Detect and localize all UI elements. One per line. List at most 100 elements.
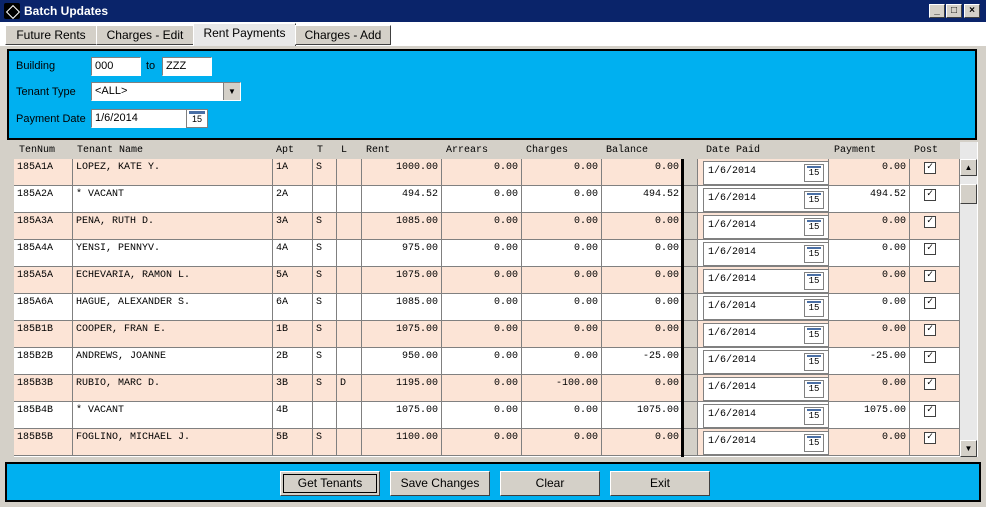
date-paid-input[interactable]: 1/6/2014 15 <box>703 377 829 401</box>
post-checkbox[interactable]: ✓ <box>924 351 936 363</box>
cell-balance: 0.00 <box>602 213 683 239</box>
scroll-down-arrow-icon[interactable]: ▼ <box>960 440 977 457</box>
tab-charges-edit[interactable]: Charges - Edit <box>96 25 194 45</box>
post-checkbox[interactable]: ✓ <box>924 243 936 255</box>
calendar-icon[interactable]: 15 <box>804 407 824 425</box>
calendar-icon[interactable]: 15 <box>804 380 824 398</box>
cell-t: S <box>313 348 337 374</box>
cell-l: D <box>337 375 362 401</box>
cell-tenant-name: RUBIO, MARC D. <box>73 375 273 401</box>
table-row[interactable]: 185B3B RUBIO, MARC D. 3B S D 1195.00 0.00 -100.… <box>14 375 960 402</box>
post-checkbox[interactable]: ✓ <box>924 378 936 390</box>
table-row[interactable]: 185A1A LOPEZ, KATE Y. 1A S 1000.00 0.00 0.00 0.… <box>14 159 960 186</box>
table-row[interactable]: 185A4A YENSI, PENNYV. 4A S 975.00 0.00 0.00 0.0… <box>14 240 960 267</box>
cell-arrears: 0.00 <box>442 348 522 374</box>
cell-payment: 0.00 <box>829 240 910 266</box>
tab-strip: Future Rents Charges - Edit Rent Payment… <box>0 22 986 46</box>
table-row[interactable]: 185B5B FOGLINO, MICHAEL J. 5B S 1100.00 0.00 0… <box>14 429 960 456</box>
to-label: to <box>146 60 156 72</box>
cell-balance: 0.00 <box>602 321 683 347</box>
building-from-input[interactable]: 000 <box>91 57 141 76</box>
date-paid-input[interactable]: 1/6/2014 15 <box>703 215 829 239</box>
table-row[interactable]: 185A2A * VACANT 2A 494.52 0.00 0.00 494.52 494.… <box>14 186 960 213</box>
building-to-input[interactable]: ZZZ <box>162 57 212 76</box>
table-row[interactable]: 185B2B ANDREWS, JOANNE 2B S 950.00 0.00 0.00 -2… <box>14 348 960 375</box>
date-paid-input[interactable]: 1/6/2014 15 <box>703 323 829 347</box>
post-checkbox[interactable]: ✓ <box>924 405 936 417</box>
post-checkbox[interactable]: ✓ <box>924 432 936 444</box>
cell-tennum: 185A3A <box>14 213 73 239</box>
cell-charges: 0.00 <box>522 321 602 347</box>
save-changes-button[interactable]: Save Changes <box>390 471 490 496</box>
cell-balance: 0.00 <box>602 294 683 320</box>
payment-date-input[interactable]: 1/6/2014 <box>91 109 187 128</box>
vertical-scrollbar[interactable]: ▲ ▼ <box>960 142 977 457</box>
table-row[interactable]: 185A3A PENA, RUTH D. 3A S 1085.00 0.00 0.00 0.0… <box>14 213 960 240</box>
maximize-button[interactable]: □ <box>946 4 962 18</box>
calendar-icon[interactable]: 15 <box>804 299 824 317</box>
calendar-icon[interactable]: 15 <box>804 272 824 290</box>
cell-payment: -25.00 <box>829 348 910 374</box>
post-checkbox[interactable]: ✓ <box>924 270 936 282</box>
calendar-icon[interactable]: 15 <box>186 109 208 128</box>
table-row[interactable]: 185B1B COOPER, FRAN E. 1B S 1075.00 0.00 0.00 0… <box>14 321 960 348</box>
tab-rent-payments[interactable]: Rent Payments <box>193 23 296 46</box>
cell-apt: 1A <box>273 159 313 185</box>
get-tenants-button[interactable]: Get Tenants <box>280 471 380 496</box>
scroll-thumb[interactable] <box>960 184 977 204</box>
calendar-icon[interactable]: 15 <box>804 191 824 209</box>
scroll-up-arrow-icon[interactable]: ▲ <box>960 159 977 176</box>
date-paid-input[interactable]: 1/6/2014 15 <box>703 161 829 185</box>
post-checkbox[interactable]: ✓ <box>924 189 936 201</box>
cell-arrears: 0.00 <box>442 294 522 320</box>
cell-payment: 0.00 <box>829 267 910 293</box>
cell-balance: 1075.00 <box>602 402 683 428</box>
date-paid-input[interactable]: 1/6/2014 15 <box>703 242 829 266</box>
cell-arrears: 0.00 <box>442 159 522 185</box>
date-paid-input[interactable]: 1/6/2014 15 <box>703 269 829 293</box>
cell-balance: 0.00 <box>602 159 683 185</box>
cell-tenant-name: COOPER, FRAN E. <box>73 321 273 347</box>
cell-rent: 1075.00 <box>362 402 442 428</box>
tab-charges-add[interactable]: Charges - Add <box>295 25 391 45</box>
cell-arrears: 0.00 <box>442 321 522 347</box>
tenant-type-select[interactable]: <ALL> ▼ <box>91 82 241 101</box>
tab-future-rents[interactable]: Future Rents <box>5 25 97 45</box>
post-checkbox[interactable]: ✓ <box>924 216 936 228</box>
calendar-icon[interactable]: 15 <box>804 245 824 263</box>
cell-charges: -100.00 <box>522 375 602 401</box>
chevron-down-icon[interactable]: ▼ <box>223 83 240 100</box>
date-paid-input[interactable]: 1/6/2014 15 <box>703 188 829 212</box>
cell-tenant-name: LOPEZ, KATE Y. <box>73 159 273 185</box>
table-row[interactable]: 185B4B * VACANT 4B 1075.00 0.00 0.00 1075.00 10… <box>14 402 960 429</box>
date-paid-value: 1/6/2014 <box>708 301 757 312</box>
calendar-icon[interactable]: 15 <box>804 434 824 452</box>
post-checkbox[interactable]: ✓ <box>924 324 936 336</box>
cell-tenant-name: PENA, RUTH D. <box>73 213 273 239</box>
calendar-icon[interactable]: 15 <box>804 164 824 182</box>
calendar-icon[interactable]: 15 <box>804 218 824 236</box>
date-paid-input[interactable]: 1/6/2014 15 <box>703 350 829 374</box>
date-paid-input[interactable]: 1/6/2014 15 <box>703 296 829 320</box>
cell-l <box>337 348 362 374</box>
date-paid-input[interactable]: 1/6/2014 15 <box>703 404 829 428</box>
exit-button[interactable]: Exit <box>610 471 710 496</box>
cell-arrears: 0.00 <box>442 402 522 428</box>
cell-apt: 4A <box>273 240 313 266</box>
calendar-icon[interactable]: 15 <box>804 326 824 344</box>
table-row[interactable]: 185A6A HAGUE, ALEXANDER S. 6A S 1085.00 0.00 0… <box>14 294 960 321</box>
table-row[interactable]: 185A5A ECHEVARIA, RAMON L. 5A S 1075.00 0.00 0… <box>14 267 960 294</box>
grid-header: TenNum Tenant Name Apt T L Rent Arrears … <box>14 142 960 159</box>
row-spacer <box>683 429 698 455</box>
date-paid-input[interactable]: 1/6/2014 15 <box>703 431 829 455</box>
post-checkbox[interactable]: ✓ <box>924 297 936 309</box>
cell-l <box>337 186 362 212</box>
post-checkbox[interactable]: ✓ <box>924 162 936 174</box>
row-spacer <box>683 159 698 185</box>
cell-rent: 1100.00 <box>362 429 442 455</box>
calendar-icon[interactable]: 15 <box>804 353 824 371</box>
clear-button[interactable]: Clear <box>500 471 600 496</box>
cell-tenant-name: YENSI, PENNYV. <box>73 240 273 266</box>
close-button[interactable]: × <box>964 4 980 18</box>
minimize-button[interactable]: _ <box>929 4 945 18</box>
